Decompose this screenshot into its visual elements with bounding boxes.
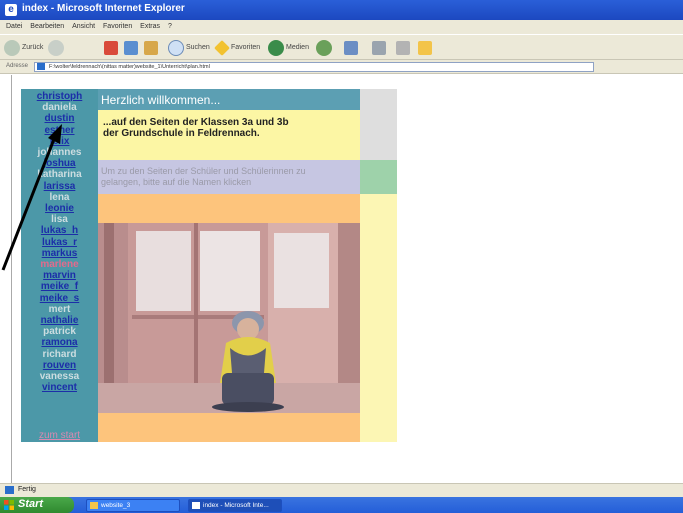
folder-button[interactable] [418,39,432,56]
print-button[interactable] [372,39,386,56]
instructions-text: Um zu den Seiten der Schüler und Schüler… [98,160,360,194]
stop-icon [104,40,118,55]
media-label: Medien [286,44,309,51]
address-label: Adresse [6,63,29,69]
forward-button[interactable] [48,39,64,56]
history-icon [316,39,332,56]
search-button[interactable]: Suchen [168,39,210,56]
taskbar-item-folder[interactable]: website_3 [86,499,180,512]
instructions-line-2: gelangen, bitte auf die Namen klicken [101,176,252,187]
decor-cell-green [360,160,397,194]
windows-flag-icon [4,500,14,510]
menu-bar: Datei Bearbeiten Ansicht Favoriten Extra… [0,20,683,34]
ie-icon [192,502,200,509]
nav-item-meike-s[interactable]: meike_s [21,293,98,304]
address-input[interactable]: F:\wolter\feldrennach\(nittas matter)web… [34,62,594,72]
menu-view[interactable]: Ansicht [72,20,95,34]
nav-item-richard: richard [42,348,77,360]
welcome-heading: Herzlich willkommen... [98,89,360,110]
annotation-arrow-icon [1,124,62,271]
back-label: Zurück [22,44,44,51]
nav-item-nathalie[interactable]: nathalie [21,315,98,326]
back-to-start-link[interactable]: zum start [21,430,98,441]
menu-edit[interactable]: Bearbeiten [30,20,64,34]
taskbar-item-label: website_3 [101,502,131,509]
home-button[interactable] [144,39,158,56]
page-icon [37,63,45,70]
nav-item-ramona[interactable]: ramona [21,337,98,348]
welcome-line-1: ...auf den Seiten der Klassen 3a und 3b [103,117,289,128]
nav-item-daniela: daniela [42,102,77,114]
search-icon [168,39,184,56]
start-label: Start [18,498,44,510]
photo-frame-bottom [98,413,360,442]
edit-icon [396,40,410,55]
decor-cell-grey [360,89,397,160]
child-photo [98,223,360,413]
status-bar: Fertig [0,483,683,497]
back-button[interactable]: Zurück [4,39,43,56]
stop-button[interactable] [104,39,118,56]
taskbar-item-ie[interactable]: index - Microsoft Inte... [188,499,282,512]
edit-button[interactable] [396,39,410,56]
ie-logo-icon: e [5,4,17,16]
media-icon [268,39,284,56]
decor-cell-yellow [360,194,397,442]
instructions-line-1: Um zu den Seiten der Schüler und Schüler… [101,166,306,176]
media-button[interactable]: Medien [268,39,309,56]
mail-icon [344,40,358,55]
window-title: index - Microsoft Internet Explorer [22,3,185,14]
menu-favorites[interactable]: Favoriten [103,20,132,34]
home-icon [144,40,158,55]
search-label: Suchen [186,44,210,51]
refresh-icon [124,40,138,55]
nav-item-mert: mert [48,303,71,315]
forward-arrow-icon [48,39,64,56]
folder-icon [90,502,98,509]
taskbar-item-label: index - Microsoft Inte... [203,502,269,509]
history-button[interactable] [316,39,332,56]
menu-file[interactable]: Datei [6,20,22,34]
mail-button[interactable] [344,39,358,56]
refresh-button[interactable] [124,39,138,56]
print-icon [372,40,386,55]
nav-item-meike-f[interactable]: meike_f [21,281,98,292]
nav-item-vincent[interactable]: vincent [21,382,98,393]
star-icon [214,39,230,56]
menu-tools[interactable]: Extras [140,20,160,34]
welcome-line-2: der Grundschule in Feldrennach. [103,128,260,139]
nav-item-patrick: patrick [43,326,76,338]
back-arrow-icon [4,39,20,56]
nav-item-vanessa: vanessa [39,371,80,383]
photo-frame-top [98,194,360,223]
status-page-icon [5,486,14,494]
menu-help[interactable]: ? [168,20,172,34]
nav-item-rouven[interactable]: rouven [21,360,98,371]
nav-item-christoph[interactable]: christoph [21,91,98,102]
toolbar: Zurück Suchen Favoriten Medien [0,34,683,60]
favorites-label: Favoriten [231,44,261,51]
favorites-button[interactable]: Favoriten [214,39,261,56]
status-text: Fertig [18,486,36,493]
window-title-bar[interactable]: index - Microsoft Internet Explorer [0,0,683,20]
folder-icon [418,40,432,55]
welcome-text: ...auf den Seiten der Klassen 3a und 3b … [98,110,360,160]
